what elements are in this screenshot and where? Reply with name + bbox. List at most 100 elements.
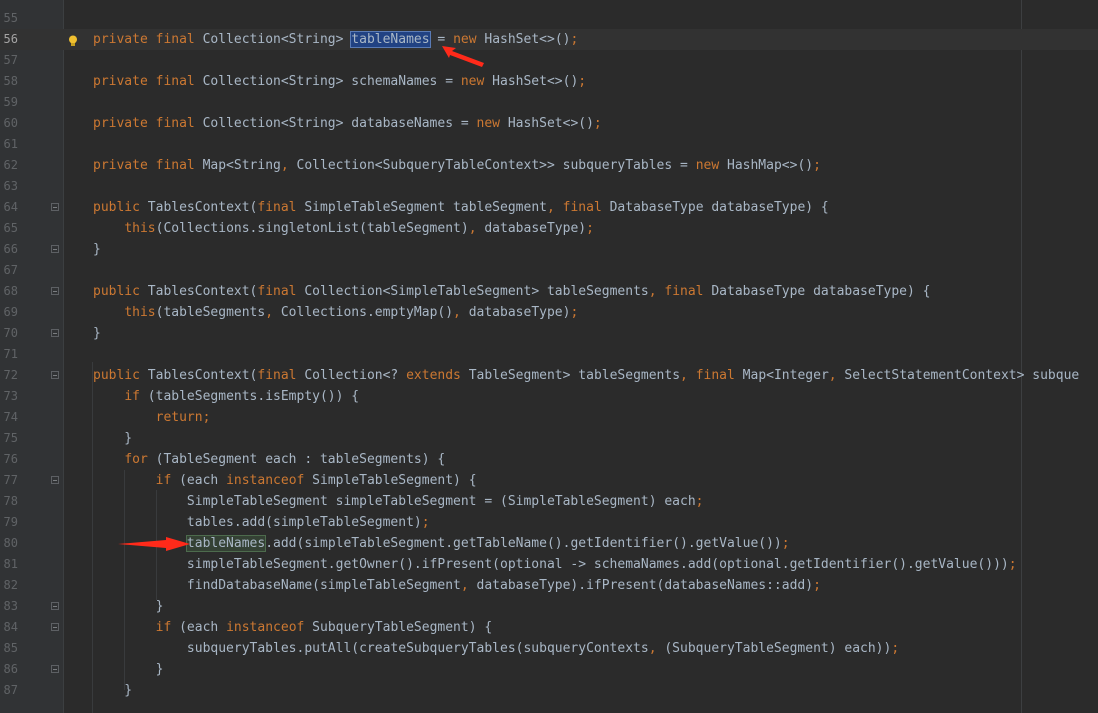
keyword-token: ; xyxy=(1008,557,1017,572)
code-token: SimpleTableSegment tableSegment xyxy=(304,200,547,215)
keyword-token: , xyxy=(648,284,665,299)
line-number: 61 xyxy=(3,137,18,151)
code-token: TablesContext( xyxy=(147,284,258,299)
code-line[interactable]: 59 xyxy=(0,92,1098,113)
fold-marker-icon[interactable] xyxy=(51,476,59,484)
code-line[interactable]: 85 subqueryTables.putAll(createSubqueryT… xyxy=(0,638,1098,659)
code-text[interactable]: this(Collections.singletonList(tableSegm… xyxy=(93,218,594,239)
code-text[interactable]: public TablesContext(final Collection<Si… xyxy=(93,281,931,302)
code-editor[interactable]: 55 56 private final Collection<String> tab… xyxy=(0,0,1098,713)
code-text[interactable]: private final Map<String, Collection<Sub… xyxy=(93,155,821,176)
code-text[interactable]: private final Collection<String> tableNa… xyxy=(93,29,578,50)
code-line[interactable]: 81 simpleTableSegment.getOwner().ifPrese… xyxy=(0,554,1098,575)
keyword-token: , xyxy=(265,305,281,320)
keyword-token: , xyxy=(546,200,563,215)
code-line[interactable]: 74 return; xyxy=(0,407,1098,428)
code-text[interactable]: SimpleTableSegment simpleTableSegment = … xyxy=(93,491,704,512)
code-line[interactable]: 71 xyxy=(0,344,1098,365)
code-token: HashSet<>() xyxy=(484,32,571,47)
code-line[interactable]: 68 public TablesContext(final Collection<… xyxy=(0,281,1098,302)
code-line[interactable]: 61 xyxy=(0,134,1098,155)
annotation-arrow-icon xyxy=(118,537,190,551)
code-line[interactable]: 73 if (tableSegments.isEmpty()) { xyxy=(0,386,1098,407)
code-line[interactable]: 87 } xyxy=(0,680,1098,701)
code-line[interactable]: 84 if (each instanceof SubqueryTableSegm… xyxy=(0,617,1098,638)
code-text[interactable]: tables.add(simpleTableSegment); xyxy=(93,512,430,533)
code-token: Collection<String> schemaNames = xyxy=(202,74,461,89)
keyword-token: , xyxy=(680,368,696,383)
code-token: Collections.emptyMap() xyxy=(280,305,454,320)
code-text[interactable]: public TablesContext(final Collection<? … xyxy=(93,365,1079,386)
code-token: Collection<? xyxy=(304,368,407,383)
code-text[interactable]: this(tableSegments, Collections.emptyMap… xyxy=(93,302,578,323)
code-line[interactable]: 77 if (each instanceof SimpleTableSegmen… xyxy=(0,470,1098,491)
code-line[interactable]: 78 SimpleTableSegment simpleTableSegment… xyxy=(0,491,1098,512)
code-text[interactable]: if (each instanceof SubqueryTableSegment… xyxy=(93,617,493,638)
fold-marker-icon[interactable] xyxy=(51,602,59,610)
code-line[interactable]: 62 private final Map<String, Collection<S… xyxy=(0,155,1098,176)
code-token: (SubqueryTableSegment) each)) xyxy=(664,641,892,656)
fold-marker-icon[interactable] xyxy=(51,287,59,295)
code-line[interactable]: 65 this(Collections.singletonList(tableS… xyxy=(0,218,1098,239)
code-token: Collection<SimpleTableSegment> tableSegm… xyxy=(304,284,649,299)
code-line[interactable]: 72 public TablesContext(final Collection<… xyxy=(0,365,1098,386)
fold-marker-icon[interactable] xyxy=(51,245,59,253)
code-line[interactable]: 69 this(tableSegments, Collections.empty… xyxy=(0,302,1098,323)
code-text[interactable]: private final Collection<String> schemaN… xyxy=(93,71,586,92)
keyword-token: new xyxy=(695,158,727,173)
line-number: 67 xyxy=(3,263,18,277)
code-text[interactable]: public TablesContext(final SimpleTableSe… xyxy=(93,197,829,218)
code-token: TablesContext( xyxy=(147,200,258,215)
keyword-token: ; xyxy=(570,305,579,320)
code-line[interactable]: 66} xyxy=(0,239,1098,260)
code-line[interactable]: 75 } xyxy=(0,428,1098,449)
code-text[interactable]: findDatabaseName(simpleTableSegment, dat… xyxy=(93,575,821,596)
code-text[interactable]: for (TableSegment each : tableSegments) … xyxy=(93,449,445,470)
keyword-token: private final xyxy=(93,158,203,173)
fold-marker-icon[interactable] xyxy=(51,665,59,673)
code-token: TableSegment> tableSegments xyxy=(468,368,681,383)
fold-marker-icon[interactable] xyxy=(51,371,59,379)
code-text[interactable]: } xyxy=(93,680,132,701)
code-text[interactable]: if (each instanceof SimpleTableSegment) … xyxy=(93,470,477,491)
code-token: } xyxy=(93,431,133,446)
keyword-token: ; xyxy=(570,32,579,47)
code-line[interactable]: 86 } xyxy=(0,659,1098,680)
code-line[interactable]: 79 tables.add(simpleTableSegment); xyxy=(0,512,1098,533)
keyword-token: , xyxy=(468,221,485,236)
code-line[interactable]: 60 private final Collection<String> datab… xyxy=(0,113,1098,134)
code-line[interactable]: 70} xyxy=(0,323,1098,344)
keyword-token: ; xyxy=(421,515,430,530)
code-line[interactable]: 58 private final Collection<String> schem… xyxy=(0,71,1098,92)
code-text[interactable]: } xyxy=(93,323,101,344)
code-text[interactable]: private final Collection<String> databas… xyxy=(93,113,602,134)
code-text[interactable]: } xyxy=(93,239,101,260)
lightbulb-icon[interactable] xyxy=(68,35,78,47)
fold-marker-icon[interactable] xyxy=(51,623,59,631)
fold-marker-icon[interactable] xyxy=(51,203,59,211)
code-text[interactable]: } xyxy=(93,596,164,617)
code-text[interactable]: subqueryTables.putAll(createSubqueryTabl… xyxy=(93,638,899,659)
code-line[interactable]: 83 } xyxy=(0,596,1098,617)
code-line[interactable]: 57 xyxy=(0,50,1098,71)
code-line[interactable]: 67 xyxy=(0,260,1098,281)
code-text[interactable]: tableNames.add(simpleTableSegment.getTab… xyxy=(93,533,790,554)
code-text[interactable]: return; xyxy=(93,407,211,428)
keyword-token: ; xyxy=(813,578,821,593)
code-text[interactable]: } xyxy=(93,428,132,449)
code-line[interactable]: 63 xyxy=(0,176,1098,197)
line-number: 62 xyxy=(3,158,18,172)
keyword-token: ; xyxy=(578,74,587,89)
code-line[interactable]: 64 public TablesContext(final SimpleTable… xyxy=(0,197,1098,218)
code-line[interactable]: 55 xyxy=(0,8,1098,29)
code-line[interactable]: 56 private final Collection<String> table… xyxy=(0,29,1098,50)
code-text[interactable]: if (tableSegments.isEmpty()) { xyxy=(93,386,359,407)
code-text[interactable]: simpleTableSegment.getOwner().ifPresent(… xyxy=(93,554,1017,575)
keyword-token: , xyxy=(648,641,665,656)
code-line[interactable]: 82 findDatabaseName(simpleTableSegment, … xyxy=(0,575,1098,596)
code-text[interactable]: } xyxy=(93,659,164,680)
code-token: } xyxy=(93,599,164,614)
keyword-token: ; xyxy=(781,536,790,551)
code-line[interactable]: 76 for (TableSegment each : tableSegment… xyxy=(0,449,1098,470)
fold-marker-icon[interactable] xyxy=(51,329,59,337)
